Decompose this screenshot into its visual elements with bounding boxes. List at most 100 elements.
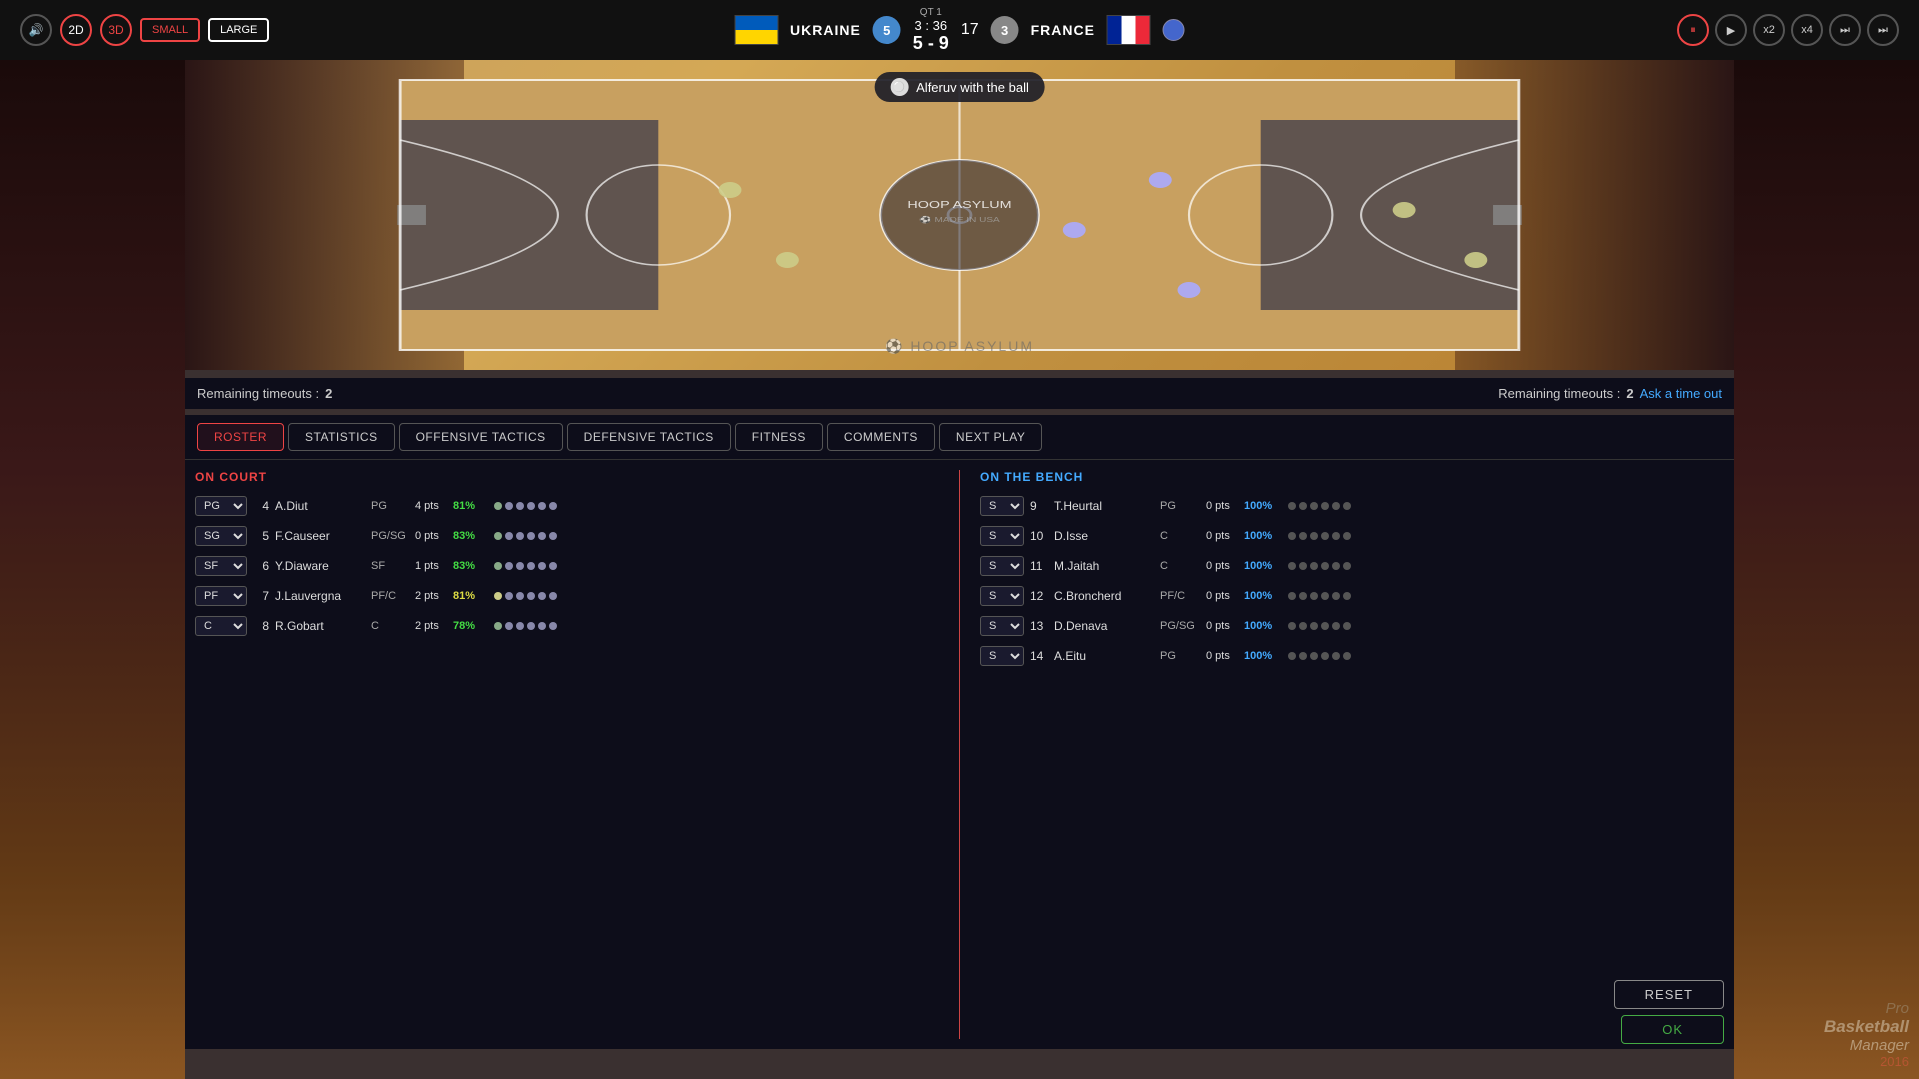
- dot: [1299, 532, 1307, 540]
- bench5-select[interactable]: S: [980, 616, 1024, 636]
- game-logo: Pro Basketball Manager 2016: [1824, 1000, 1909, 1069]
- player4-name: J.Lauvergna: [275, 589, 365, 603]
- dot: [505, 502, 513, 510]
- player5-num: 8: [253, 619, 269, 633]
- player2-pos-select[interactable]: SGPGSFPFC: [195, 526, 247, 546]
- dot: [1310, 562, 1318, 570]
- dot: [1343, 592, 1351, 600]
- dot: [527, 622, 535, 630]
- tab-statistics[interactable]: STATISTICS: [288, 423, 395, 451]
- tab-fitness[interactable]: FITNESS: [735, 423, 823, 451]
- bench6-dots: [1288, 652, 1351, 660]
- svg-text:⚽ MADE IN USA: ⚽ MADE IN USA: [918, 216, 1000, 224]
- reset-button[interactable]: RESET: [1614, 980, 1724, 1009]
- view-2d-button[interactable]: 2D: [60, 14, 92, 46]
- dot: [538, 562, 546, 570]
- table-row: S 12 C.Broncherd PF/C 0 pts 100%: [980, 582, 1724, 610]
- player2-pts: 0 pts: [415, 530, 447, 542]
- match-time: 3 : 36: [913, 18, 949, 33]
- timeout-right: Remaining timeouts : 2 Ask a time out: [960, 378, 1735, 409]
- dot: [527, 562, 535, 570]
- quarter-label: QT 1: [913, 7, 949, 18]
- view-controls: 🔊 2D 3D SMALL LARGE: [20, 14, 269, 46]
- dot: [538, 592, 546, 600]
- dot: [494, 622, 502, 630]
- speed-x2-button[interactable]: x2: [1753, 14, 1785, 46]
- dot: [549, 532, 557, 540]
- bench2-select[interactable]: S: [980, 526, 1024, 546]
- bench4-select[interactable]: S: [980, 586, 1024, 606]
- bench3-name: M.Jaitah: [1054, 559, 1154, 573]
- table-row: S 14 A.Eitu PG 0 pts 100%: [980, 642, 1724, 670]
- dot: [1310, 622, 1318, 630]
- player3-num: 6: [253, 559, 269, 573]
- speed-x4-button[interactable]: x4: [1791, 14, 1823, 46]
- dot: [527, 592, 535, 600]
- bench3-fitness: 100%: [1244, 560, 1282, 572]
- dot: [1288, 652, 1296, 660]
- timeout-left-label: Remaining timeouts :: [197, 386, 319, 401]
- dot: [1332, 652, 1340, 660]
- top-bar: 🔊 2D 3D SMALL LARGE UKRAINE 5 QT 1 3 : 3…: [0, 0, 1919, 60]
- tab-defensive-tactics[interactable]: DEFENSIVE TACTICS: [567, 423, 731, 451]
- player3-name: Y.Diaware: [275, 559, 365, 573]
- bench1-dots: [1288, 502, 1351, 510]
- table-row: PFPGSGSFC 7 J.Lauvergna PF/C 2 pts 81%: [195, 582, 939, 610]
- court-lines-svg: HOOP ASYLUM ⚽ MADE IN USA ⚽ HOOP ASYLUM: [185, 60, 1734, 370]
- player3-pts: 1 pts: [415, 560, 447, 572]
- play-button[interactable]: ▶: [1715, 14, 1747, 46]
- playback-controls: ⏸ ▶ x2 x4 ⏭ ⏭: [1677, 14, 1899, 46]
- tab-offensive-tactics[interactable]: OFFENSIVE TACTICS: [399, 423, 563, 451]
- size-large-button[interactable]: LARGE: [208, 18, 269, 42]
- dot: [1288, 562, 1296, 570]
- table-row: S 11 M.Jaitah C 0 pts 100%: [980, 552, 1724, 580]
- dot: [494, 592, 502, 600]
- center-num: 17: [961, 21, 979, 39]
- dot: [516, 562, 524, 570]
- dot: [505, 592, 513, 600]
- table-row: CPGSGSFPF 8 R.Gobart C 2 pts 78%: [195, 612, 939, 640]
- tab-comments[interactable]: COMMENTS: [827, 423, 935, 451]
- bench5-name: D.Denava: [1054, 619, 1154, 633]
- player1-pos-select[interactable]: PGSGSFPFC: [195, 496, 247, 516]
- court-logo: ⚽ HOOP ASYLUM: [885, 338, 1034, 355]
- balloon-text: Alferuv with the ball: [916, 80, 1029, 95]
- bench3-select[interactable]: S: [980, 556, 1024, 576]
- dot: [516, 532, 524, 540]
- logo-year: 2016: [1824, 1054, 1909, 1069]
- skip-button[interactable]: ⏭: [1829, 14, 1861, 46]
- player5-pos-select[interactable]: CPGSGSFPF: [195, 616, 247, 636]
- bench4-name: C.Broncherd: [1054, 589, 1154, 603]
- view-3d-button[interactable]: 3D: [100, 14, 132, 46]
- bench2-name: D.Isse: [1054, 529, 1154, 543]
- bench2-role: C: [1160, 530, 1200, 542]
- tab-roster[interactable]: ROSTER: [197, 423, 284, 451]
- dot: [1299, 622, 1307, 630]
- player4-pos-select[interactable]: PFPGSGSFC: [195, 586, 247, 606]
- dot: [1321, 592, 1329, 600]
- ask-timeout-link[interactable]: Ask a time out: [1640, 386, 1722, 401]
- player3-pos-select[interactable]: SFPGSGPFC: [195, 556, 247, 576]
- ukraine-flag: [734, 15, 778, 45]
- pause-button[interactable]: ⏸: [1677, 14, 1709, 46]
- bench6-pts: 0 pts: [1206, 650, 1238, 662]
- player1-name: A.Diut: [275, 499, 365, 513]
- timeout-left-value: 2: [325, 386, 332, 401]
- player4-fitness-dots: [494, 592, 557, 600]
- tab-next-play[interactable]: NEXT PLAY: [939, 423, 1042, 451]
- table-row: S 9 T.Heurtal PG 0 pts 100%: [980, 492, 1724, 520]
- dot: [1332, 622, 1340, 630]
- bench4-pts: 0 pts: [1206, 590, 1238, 602]
- size-small-button[interactable]: SMALL: [140, 18, 200, 42]
- player2-fitness-dots: [494, 532, 557, 540]
- end-button[interactable]: ⏭: [1867, 14, 1899, 46]
- side-decoration-left: [0, 60, 185, 1079]
- player4-num: 7: [253, 589, 269, 603]
- team2-name: FRANCE: [1031, 22, 1095, 38]
- bench1-select[interactable]: S: [980, 496, 1024, 516]
- bench6-select[interactable]: S: [980, 646, 1024, 666]
- sound-button[interactable]: 🔊: [20, 14, 52, 46]
- dot: [1310, 502, 1318, 510]
- ok-button[interactable]: OK: [1621, 1015, 1724, 1044]
- bench6-role: PG: [1160, 650, 1200, 662]
